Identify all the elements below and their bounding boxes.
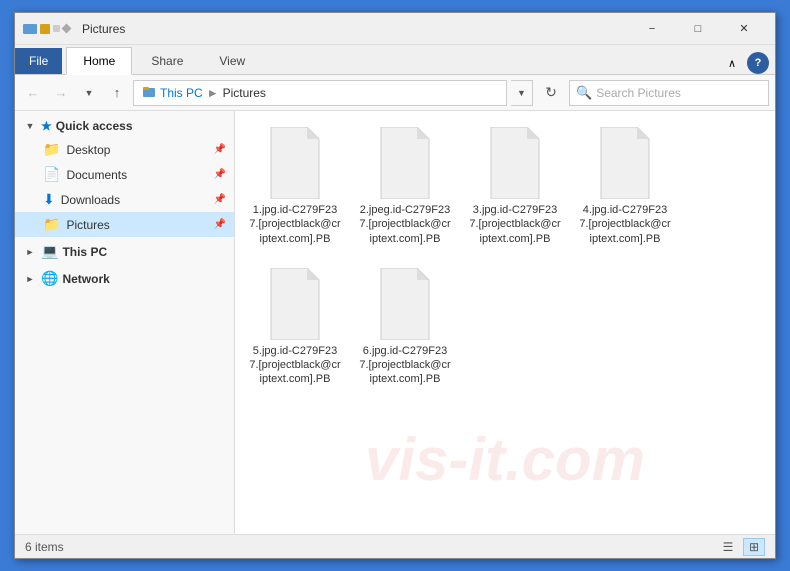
up-button[interactable]: ↑ — [105, 81, 129, 105]
pin-icon-documents: 📌 — [214, 169, 226, 180]
help-button[interactable]: ? — [747, 52, 769, 74]
main-area: ▼ ★ Quick access 📁 Desktop 📌 📄 Documents… — [15, 111, 775, 534]
watermark: vis-it.com — [365, 425, 645, 494]
computer-icon: 💻 — [41, 243, 58, 260]
tab-view[interactable]: View — [202, 47, 262, 74]
search-placeholder: Search Pictures — [596, 86, 681, 100]
sidebar-item-label-documents: Documents — [66, 168, 127, 182]
file-icon-5 — [263, 268, 327, 340]
maximize-button[interactable]: □ — [675, 13, 721, 45]
path-sep-1: ► — [207, 86, 219, 100]
pin-icon-pictures: 📌 — [214, 219, 226, 230]
ribbon-right: ∧ ? — [721, 52, 775, 74]
sidebar-section-network: ► 🌐 Network — [15, 266, 234, 291]
pin-icon-desktop: 📌 — [214, 144, 226, 155]
folder-icon-desktop: 📁 — [43, 141, 60, 158]
tab-file[interactable]: File — [15, 48, 62, 74]
file-grid: 1.jpg.id-C279F237.[projectblack@criptext… — [245, 121, 765, 393]
address-bar: ← → ▼ ↑ This PC ► Pictures ▼ ↻ 🔍 Search … — [15, 75, 775, 111]
path-pictures: Pictures — [223, 86, 266, 100]
chevron-down-icon: ▼ — [23, 119, 37, 133]
folder-icon-downloads: ⬇ — [43, 191, 55, 208]
tab-share[interactable]: Share — [134, 47, 200, 74]
title-icon-1 — [23, 24, 37, 34]
file-name-2: 2.jpeg.id-C279F237.[projectblack@criptex… — [359, 203, 451, 246]
explorer-window: Pictures − □ ✕ File Home Share View ∧ ? … — [14, 12, 776, 559]
sidebar-section-quick-access: ▼ ★ Quick access 📁 Desktop 📌 📄 Documents… — [15, 115, 234, 237]
item-count: 6 items — [25, 540, 64, 554]
dropdown-recent-button[interactable]: ▼ — [77, 81, 101, 105]
title-bar: Pictures − □ ✕ — [15, 13, 775, 45]
sidebar-item-label-pictures: Pictures — [66, 218, 109, 232]
file-name-4: 4.jpg.id-C279F237.[projectblack@criptext… — [579, 203, 671, 246]
network-label: Network — [62, 272, 109, 286]
file-item-1[interactable]: 1.jpg.id-C279F237.[projectblack@criptext… — [245, 121, 345, 252]
ribbon-tabs: File Home Share View ∧ ? — [15, 45, 775, 75]
file-item-3[interactable]: 3.jpg.id-C279F237.[projectblack@criptext… — [465, 121, 565, 252]
file-name-6: 6.jpg.id-C279F237.[projectblack@criptext… — [359, 344, 451, 387]
file-name-1: 1.jpg.id-C279F237.[projectblack@criptext… — [249, 203, 341, 246]
sidebar-item-pictures[interactable]: 📁 Pictures 📌 — [15, 212, 234, 237]
file-item-5[interactable]: 5.jpg.id-C279F237.[projectblack@criptext… — [245, 262, 345, 393]
title-icon-4 — [62, 24, 72, 34]
status-bar: 6 items ☰ ⊞ — [15, 534, 775, 558]
title-bar-icon-group — [23, 24, 74, 34]
sidebar-section-this-pc: ► 💻 This PC — [15, 239, 234, 264]
ribbon-collapse-icon[interactable]: ∧ — [721, 52, 743, 74]
file-name-3: 3.jpg.id-C279F237.[projectblack@criptext… — [469, 203, 561, 246]
chevron-right-icon-network: ► — [23, 272, 37, 286]
star-icon: ★ — [41, 119, 52, 133]
file-icon-4 — [593, 127, 657, 199]
refresh-button[interactable]: ↻ — [537, 79, 565, 107]
sidebar-header-network[interactable]: ► 🌐 Network — [15, 266, 234, 291]
tab-home[interactable]: Home — [66, 47, 132, 75]
address-dropdown-button[interactable]: ▼ — [511, 80, 533, 106]
file-icon-2 — [373, 127, 437, 199]
title-icon-2 — [40, 24, 50, 34]
sidebar-item-label-desktop: Desktop — [66, 143, 110, 157]
this-pc-label: This PC — [62, 245, 107, 259]
file-item-6[interactable]: 6.jpg.id-C279F237.[projectblack@criptext… — [355, 262, 455, 393]
window-controls: − □ ✕ — [629, 13, 767, 45]
pin-icon-downloads: 📌 — [214, 194, 226, 205]
file-item-4[interactable]: 4.jpg.id-C279F237.[projectblack@criptext… — [575, 121, 675, 252]
quick-access-label: Quick access — [56, 119, 133, 133]
sidebar-header-this-pc[interactable]: ► 💻 This PC — [15, 239, 234, 264]
folder-icon-documents: 📄 — [43, 166, 60, 183]
details-view-button[interactable]: ☰ — [717, 538, 739, 556]
file-icon-6 — [373, 268, 437, 340]
file-item-2[interactable]: 2.jpeg.id-C279F237.[projectblack@criptex… — [355, 121, 455, 252]
minimize-button[interactable]: − — [629, 13, 675, 45]
network-icon: 🌐 — [41, 270, 58, 287]
file-name-5: 5.jpg.id-C279F237.[projectblack@criptext… — [249, 344, 341, 387]
search-icon: 🔍 — [576, 85, 592, 101]
sidebar-item-label-downloads: Downloads — [61, 193, 120, 207]
forward-button[interactable]: → — [49, 81, 73, 105]
sidebar-header-quick-access[interactable]: ▼ ★ Quick access — [15, 115, 234, 137]
path-thispc: This PC — [160, 86, 203, 100]
back-button[interactable]: ← — [21, 81, 45, 105]
sidebar-item-downloads[interactable]: ⬇ Downloads 📌 — [15, 187, 234, 212]
status-view-controls: ☰ ⊞ — [717, 538, 765, 556]
sidebar-item-documents[interactable]: 📄 Documents 📌 — [15, 162, 234, 187]
title-icon-3 — [53, 25, 60, 32]
content-area: vis-it.com 1.jpg.id-C279F237.[projectbla… — [235, 111, 775, 534]
file-icon-3 — [483, 127, 547, 199]
search-box[interactable]: 🔍 Search Pictures — [569, 80, 769, 106]
address-path[interactable]: This PC ► Pictures — [133, 80, 507, 106]
close-button[interactable]: ✕ — [721, 13, 767, 45]
chevron-right-icon-pc: ► — [23, 245, 37, 259]
path-icon — [142, 84, 156, 101]
window-title: Pictures — [82, 22, 629, 36]
sidebar-item-desktop[interactable]: 📁 Desktop 📌 — [15, 137, 234, 162]
folder-icon-pictures: 📁 — [43, 216, 60, 233]
file-icon-1 — [263, 127, 327, 199]
sidebar: ▼ ★ Quick access 📁 Desktop 📌 📄 Documents… — [15, 111, 235, 534]
large-icons-view-button[interactable]: ⊞ — [743, 538, 765, 556]
